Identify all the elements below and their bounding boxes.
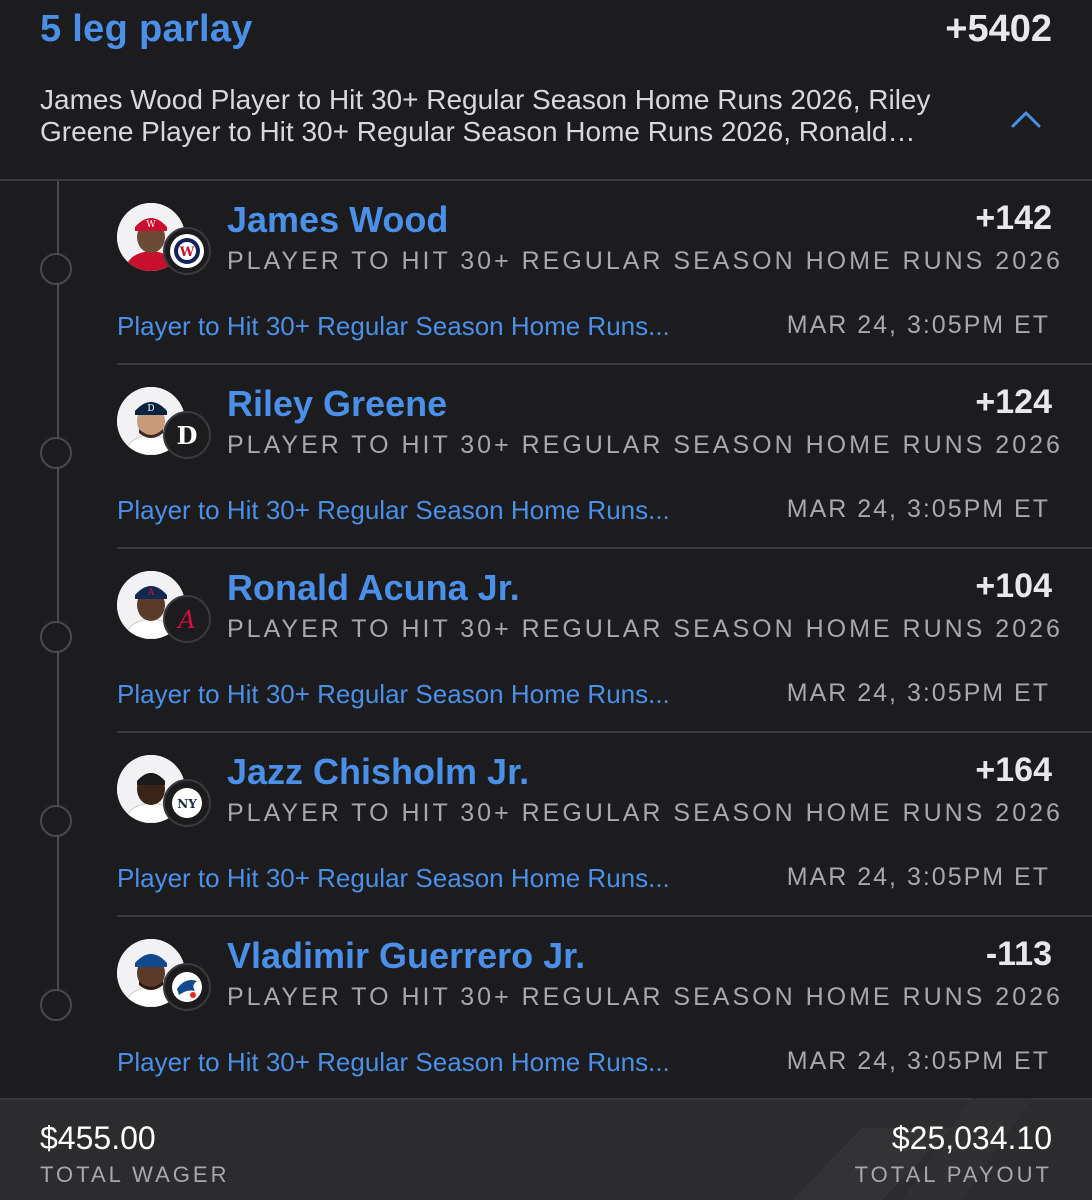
- parlay-legs-list: W W James Wood +142 PLAYER TO HIT 30+ RE…: [0, 181, 1092, 1098]
- svg-text:W: W: [179, 245, 195, 260]
- chevron-up-icon: [1011, 111, 1041, 128]
- market-label: PLAYER TO HIT 30+ REGULAR SEASON HOME RU…: [227, 983, 1063, 1011]
- timeline-node: [40, 437, 72, 469]
- svg-text:D: D: [177, 421, 198, 450]
- parlay-leg[interactable]: A A Ronald Acuna Jr. +104 PLAYER TO HIT …: [0, 549, 1092, 733]
- event-time: MAR 24, 3:05PM ET: [786, 311, 1050, 339]
- timeline-node: [40, 621, 72, 653]
- collapse-button[interactable]: [1000, 100, 1052, 140]
- nationals-logo-icon: W: [163, 227, 211, 275]
- total-payout-label: TOTAL PAYOUT: [854, 1162, 1052, 1187]
- market-link[interactable]: Player to Hit 30+ Regular Season Home Ru…: [117, 863, 670, 894]
- market-link[interactable]: Player to Hit 30+ Regular Season Home Ru…: [117, 495, 670, 526]
- event-time: MAR 24, 3:05PM ET: [786, 863, 1050, 891]
- market-label: PLAYER TO HIT 30+ REGULAR SEASON HOME RU…: [227, 431, 1063, 459]
- leg-odds: +104: [975, 567, 1052, 605]
- leg-odds: +164: [975, 751, 1052, 789]
- parlay-header: 5 leg parlay +5402 James Wood Player to …: [0, 0, 1092, 180]
- parlay-odds: +5402: [945, 8, 1052, 50]
- parlay-title: 5 leg parlay: [40, 8, 253, 50]
- bet-footer: $455.00 TOTAL WAGER $25,034.10 TOTAL PAY…: [0, 1098, 1092, 1200]
- total-wager-amount: $455.00: [40, 1120, 156, 1156]
- market-link[interactable]: Player to Hit 30+ Regular Season Home Ru…: [117, 679, 670, 710]
- market-label: PLAYER TO HIT 30+ REGULAR SEASON HOME RU…: [227, 247, 1063, 275]
- total-wager-label: TOTAL WAGER: [40, 1162, 230, 1187]
- player-name[interactable]: Ronald Acuna Jr.: [227, 567, 520, 609]
- timeline-node: [40, 253, 72, 285]
- leg-odds: -113: [985, 935, 1052, 973]
- svg-text:NY: NY: [177, 797, 197, 811]
- player-name[interactable]: James Wood: [227, 199, 448, 241]
- event-time: MAR 24, 3:05PM ET: [786, 1047, 1050, 1075]
- player-name[interactable]: Jazz Chisholm Jr.: [227, 751, 529, 793]
- yankees-logo-icon: NY: [163, 779, 211, 827]
- timeline-node: [40, 989, 72, 1021]
- svg-text:D: D: [147, 404, 154, 414]
- market-label: PLAYER TO HIT 30+ REGULAR SEASON HOME RU…: [227, 799, 1063, 827]
- market-label: PLAYER TO HIT 30+ REGULAR SEASON HOME RU…: [227, 615, 1063, 643]
- svg-text:A: A: [147, 588, 155, 598]
- market-link[interactable]: Player to Hit 30+ Regular Season Home Ru…: [117, 1047, 670, 1078]
- parlay-leg[interactable]: Vladimir Guerrero Jr. -113 PLAYER TO HIT…: [0, 917, 1092, 1101]
- svg-text:A: A: [176, 606, 195, 634]
- parlay-leg[interactable]: NY Jazz Chisholm Jr. +164 PLAYER TO HIT …: [0, 733, 1092, 917]
- leg-odds: +124: [975, 383, 1052, 421]
- event-time: MAR 24, 3:05PM ET: [786, 679, 1050, 707]
- svg-text:W: W: [146, 220, 156, 230]
- player-name[interactable]: Vladimir Guerrero Jr.: [227, 935, 585, 977]
- tigers-logo-icon: D: [163, 411, 211, 459]
- parlay-leg[interactable]: D D Riley Greene +124 PLAYER TO HIT 30+ …: [0, 365, 1092, 549]
- market-link[interactable]: Player to Hit 30+ Regular Season Home Ru…: [117, 311, 670, 342]
- braves-logo-icon: A: [163, 595, 211, 643]
- timeline-node: [40, 805, 72, 837]
- parlay-summary: James Wood Player to Hit 30+ Regular Sea…: [40, 84, 931, 147]
- leg-odds: +142: [975, 199, 1052, 237]
- player-name[interactable]: Riley Greene: [227, 383, 447, 425]
- total-payout-amount: $25,034.10: [891, 1120, 1052, 1156]
- event-time: MAR 24, 3:05PM ET: [786, 495, 1050, 523]
- parlay-leg[interactable]: W W James Wood +142 PLAYER TO HIT 30+ RE…: [0, 181, 1092, 365]
- blue-jays-logo-icon: [163, 963, 211, 1011]
